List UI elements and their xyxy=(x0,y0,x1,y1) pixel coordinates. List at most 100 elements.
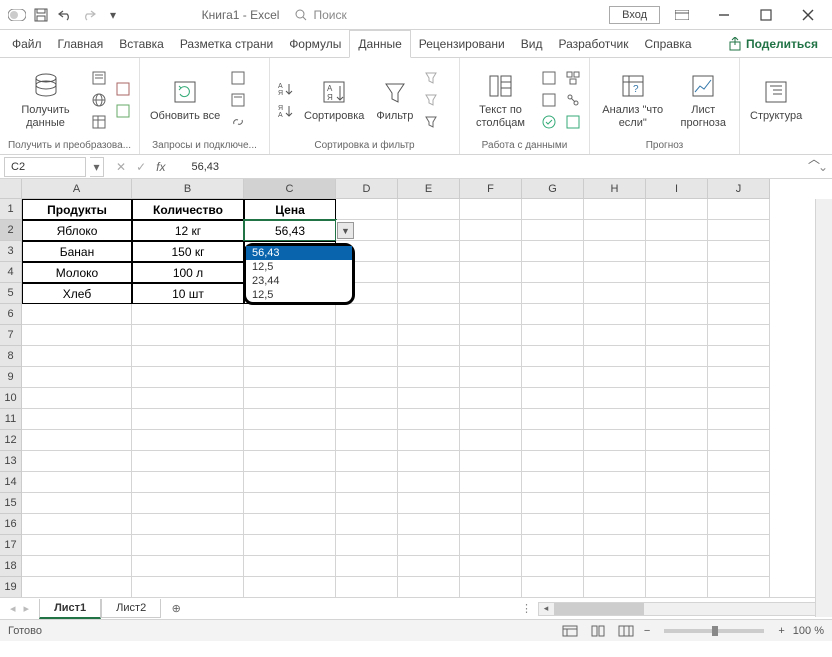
cell-G4[interactable] xyxy=(522,262,584,283)
tab-data[interactable]: Данные xyxy=(349,30,410,58)
cell-J11[interactable] xyxy=(708,409,770,430)
row-header-7[interactable]: 7 xyxy=(0,325,22,346)
cell-E17[interactable] xyxy=(398,535,460,556)
cell-I18[interactable] xyxy=(646,556,708,577)
flash-fill-icon[interactable] xyxy=(539,68,559,88)
login-button[interactable]: Вход xyxy=(609,6,660,24)
cell-A3[interactable]: Банан xyxy=(22,241,132,262)
sheet-tab-1[interactable]: Лист1 xyxy=(39,599,101,619)
cell-C19[interactable] xyxy=(244,577,336,597)
tab-formulas[interactable]: Формулы xyxy=(281,30,349,57)
cell-J5[interactable] xyxy=(708,283,770,304)
cell-H19[interactable] xyxy=(584,577,646,597)
row-header-16[interactable]: 16 xyxy=(0,514,22,535)
cell-A17[interactable] xyxy=(22,535,132,556)
row-header-10[interactable]: 10 xyxy=(0,388,22,409)
tab-view[interactable]: Вид xyxy=(513,30,551,57)
refresh-all-button[interactable]: Обновить все xyxy=(146,74,224,124)
cell-J9[interactable] xyxy=(708,367,770,388)
cell-I7[interactable] xyxy=(646,325,708,346)
select-all-corner[interactable] xyxy=(0,179,22,199)
cell-I15[interactable] xyxy=(646,493,708,514)
cell-G19[interactable] xyxy=(522,577,584,597)
cell-J7[interactable] xyxy=(708,325,770,346)
cell-A19[interactable] xyxy=(22,577,132,597)
cell-F5[interactable] xyxy=(460,283,522,304)
page-break-view-icon[interactable] xyxy=(616,623,636,639)
cell-J19[interactable] xyxy=(708,577,770,597)
cell-A18[interactable] xyxy=(22,556,132,577)
dropdown-item-1[interactable]: 12,5 xyxy=(246,260,352,274)
forecast-sheet-button[interactable]: Лист прогноза xyxy=(673,68,733,130)
row-header-4[interactable]: 4 xyxy=(0,262,22,283)
cell-A1[interactable]: Продукты xyxy=(22,199,132,220)
cell-D7[interactable] xyxy=(336,325,398,346)
cell-C18[interactable] xyxy=(244,556,336,577)
cell-C8[interactable] xyxy=(244,346,336,367)
row-header-5[interactable]: 5 xyxy=(0,283,22,304)
reapply-icon[interactable] xyxy=(421,90,441,110)
cell-H10[interactable] xyxy=(584,388,646,409)
cell-J3[interactable] xyxy=(708,241,770,262)
cell-E1[interactable] xyxy=(398,199,460,220)
cell-A8[interactable] xyxy=(22,346,132,367)
cell-G2[interactable] xyxy=(522,220,584,241)
cell-J1[interactable] xyxy=(708,199,770,220)
cell-F17[interactable] xyxy=(460,535,522,556)
cell-D19[interactable] xyxy=(336,577,398,597)
scroll-thumb[interactable] xyxy=(554,603,644,615)
cell-E9[interactable] xyxy=(398,367,460,388)
cell-H3[interactable] xyxy=(584,241,646,262)
cell-D17[interactable] xyxy=(336,535,398,556)
cell-G7[interactable] xyxy=(522,325,584,346)
from-web-icon[interactable] xyxy=(89,90,109,110)
cell-J18[interactable] xyxy=(708,556,770,577)
row-header-19[interactable]: 19 xyxy=(0,577,22,597)
cell-A4[interactable]: Молоко xyxy=(22,262,132,283)
zoom-in-button[interactable]: + xyxy=(778,625,784,637)
page-layout-view-icon[interactable] xyxy=(588,623,608,639)
col-header-J[interactable]: J xyxy=(708,179,770,199)
filter-button[interactable]: Фильтр xyxy=(372,74,417,124)
cell-E13[interactable] xyxy=(398,451,460,472)
cell-C7[interactable] xyxy=(244,325,336,346)
cell-H18[interactable] xyxy=(584,556,646,577)
cell-F11[interactable] xyxy=(460,409,522,430)
formula-input[interactable]: 56,43 xyxy=(185,161,814,173)
cell-D12[interactable] xyxy=(336,430,398,451)
row-header-9[interactable]: 9 xyxy=(0,367,22,388)
cancel-formula-icon[interactable]: ✕ xyxy=(116,160,126,174)
cell-J6[interactable] xyxy=(708,304,770,325)
cell-D15[interactable] xyxy=(336,493,398,514)
remove-dup-icon[interactable] xyxy=(539,90,559,110)
cell-B7[interactable] xyxy=(132,325,244,346)
cell-I14[interactable] xyxy=(646,472,708,493)
col-header-E[interactable]: E xyxy=(398,179,460,199)
cell-E10[interactable] xyxy=(398,388,460,409)
cell-J14[interactable] xyxy=(708,472,770,493)
cell-E16[interactable] xyxy=(398,514,460,535)
relationships-icon[interactable] xyxy=(563,90,583,110)
from-text-icon[interactable] xyxy=(89,68,109,88)
cell-C15[interactable] xyxy=(244,493,336,514)
row-header-2[interactable]: 2 xyxy=(0,220,22,241)
minimize-button[interactable] xyxy=(704,1,744,29)
cell-H4[interactable] xyxy=(584,262,646,283)
cell-B17[interactable] xyxy=(132,535,244,556)
cell-H15[interactable] xyxy=(584,493,646,514)
cell-D13[interactable] xyxy=(336,451,398,472)
tab-insert[interactable]: Вставка xyxy=(111,30,172,57)
cell-F14[interactable] xyxy=(460,472,522,493)
get-data-button[interactable]: Получить данные xyxy=(6,68,85,130)
close-button[interactable] xyxy=(788,1,828,29)
cell-D10[interactable] xyxy=(336,388,398,409)
tab-developer[interactable]: Разработчик xyxy=(550,30,636,57)
queries-conn-icon[interactable] xyxy=(228,68,248,88)
cell-D1[interactable] xyxy=(336,199,398,220)
name-box[interactable]: C2 xyxy=(4,157,86,177)
vertical-scrollbar[interactable] xyxy=(815,199,832,617)
cell-E19[interactable] xyxy=(398,577,460,597)
cell-D18[interactable] xyxy=(336,556,398,577)
cell-F1[interactable] xyxy=(460,199,522,220)
cell-E3[interactable] xyxy=(398,241,460,262)
